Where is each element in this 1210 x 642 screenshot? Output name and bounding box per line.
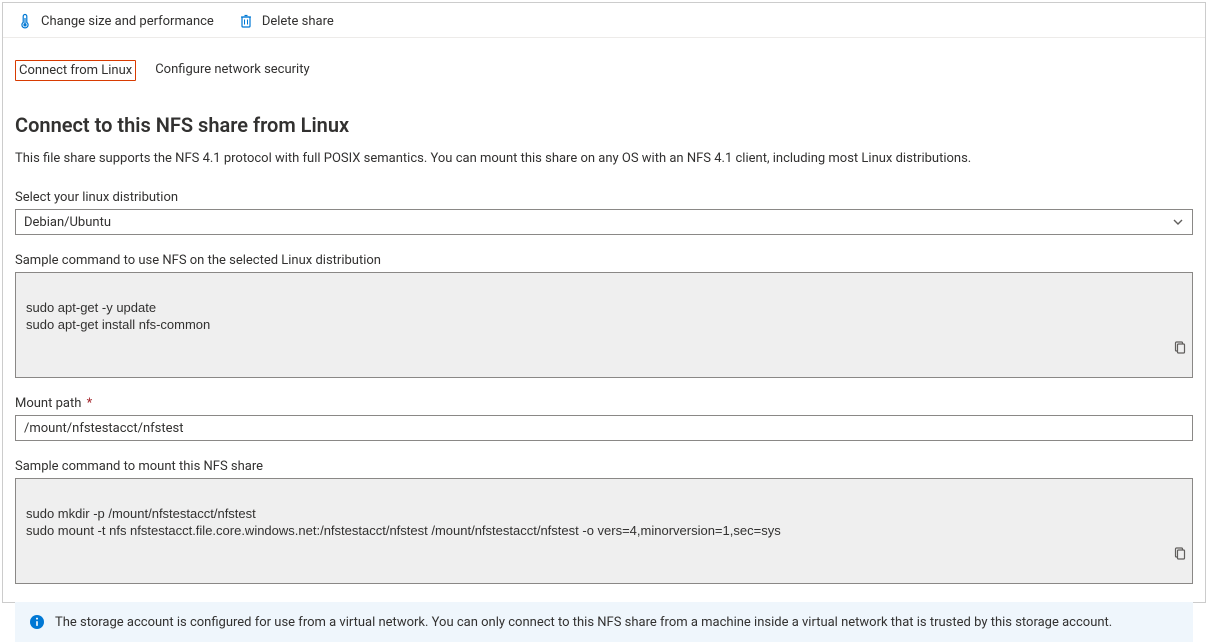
nfs-connect-panel: Change size and performance Delete share… (2, 2, 1206, 603)
thermometer-icon (17, 13, 33, 29)
copy-icon[interactable] (1172, 322, 1186, 373)
distro-selected-value: Debian/Ubuntu (24, 215, 111, 230)
delete-share-button[interactable]: Delete share (238, 13, 334, 29)
info-icon (29, 614, 45, 630)
page-title: Connect to this NFS share from Linux (15, 113, 1193, 137)
distro-select[interactable]: Debian/Ubuntu (15, 209, 1193, 235)
info-message-text: The storage account is configured for us… (55, 615, 1112, 630)
sample-mount-code: sudo mkdir -p /mount/nfstestacct/nfstest… (15, 478, 1193, 584)
sample-mount-label: Sample command to mount this NFS share (15, 459, 1193, 474)
info-message-box: The storage account is configured for us… (15, 602, 1193, 642)
tab-configure-security[interactable]: Configure network security (152, 60, 312, 81)
mount-path-input[interactable] (15, 415, 1193, 441)
trash-icon (238, 13, 254, 29)
sample-install-label: Sample command to use NFS on the selecte… (15, 253, 1193, 268)
tab-connect-linux[interactable]: Connect from Linux (15, 60, 136, 81)
sample-install-code: sudo apt-get -y update sudo apt-get inst… (15, 272, 1193, 378)
change-size-label: Change size and performance (41, 14, 214, 29)
copy-icon[interactable] (1172, 528, 1186, 579)
chevron-down-icon (1172, 216, 1184, 228)
delete-share-label: Delete share (262, 14, 334, 29)
command-bar: Change size and performance Delete share (3, 3, 1205, 38)
page-description: This file share supports the NFS 4.1 pro… (15, 151, 1193, 166)
distro-label: Select your linux distribution (15, 190, 1193, 205)
required-asterisk: * (87, 396, 93, 411)
mount-path-label: Mount path * (15, 396, 1193, 411)
change-size-button[interactable]: Change size and performance (17, 13, 214, 29)
mount-path-label-text: Mount path (15, 396, 81, 411)
sample-mount-text: sudo mkdir -p /mount/nfstestacct/nfstest… (26, 506, 781, 539)
sample-install-text: sudo apt-get -y update sudo apt-get inst… (26, 300, 210, 333)
tab-bar: Connect from Linux Configure network sec… (3, 38, 1205, 85)
content-area: Connect to this NFS share from Linux Thi… (3, 85, 1205, 642)
